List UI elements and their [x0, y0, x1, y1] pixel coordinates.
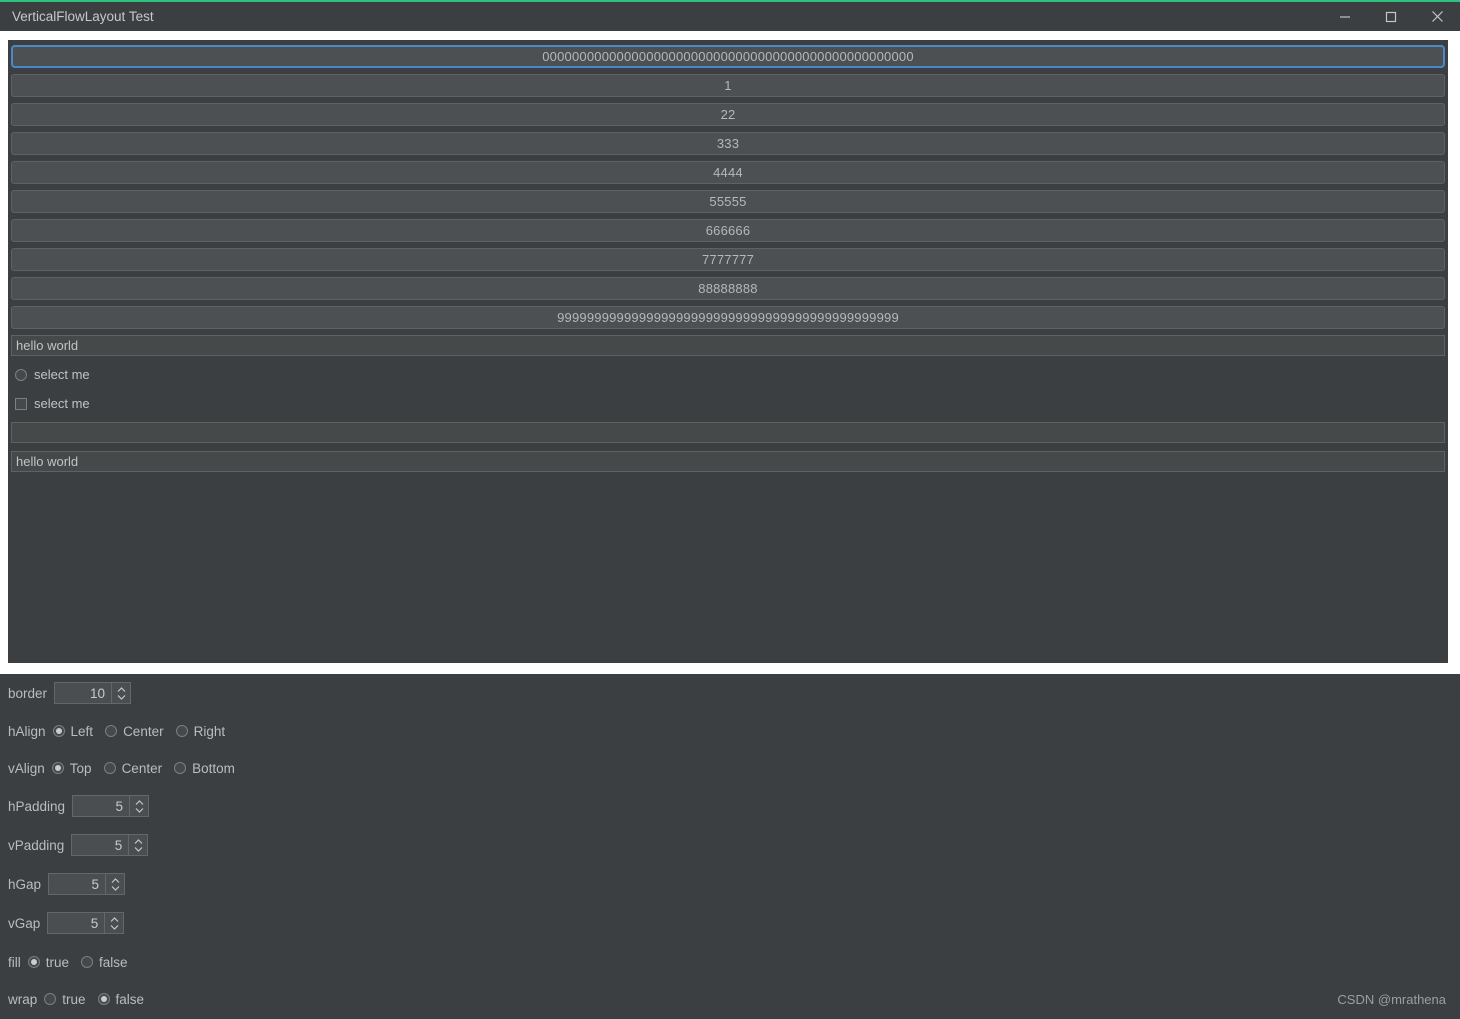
halign-option-center[interactable]: Center — [105, 724, 164, 739]
vgap-spinner-value[interactable]: 5 — [48, 913, 104, 933]
flow-button-4[interactable]: 4444 — [11, 161, 1445, 184]
wrap-option-false[interactable]: false — [97, 991, 145, 1007]
control-row-wrap: wrap true false — [8, 987, 156, 1011]
flow-button-5[interactable]: 55555 — [11, 190, 1445, 213]
radio-icon — [174, 762, 187, 774]
wrap-label: wrap — [8, 991, 38, 1007]
control-row-fill: fill true false — [8, 950, 140, 974]
maximize-icon[interactable] — [1368, 2, 1414, 31]
hpadding-spinner-value[interactable]: 5 — [73, 796, 129, 816]
control-row-border: border 10 — [8, 681, 132, 705]
flow-button-0[interactable]: 0000000000000000000000000000000000000000… — [11, 45, 1445, 68]
checkbox-select-me[interactable]: select me — [11, 393, 1445, 414]
minimize-icon[interactable] — [1322, 2, 1368, 31]
flow-button-7[interactable]: 7777777 — [11, 248, 1445, 271]
hgap-spinner[interactable]: 5 — [48, 873, 126, 895]
hgap-spinner-value[interactable]: 5 — [49, 874, 105, 894]
radio-icon — [103, 762, 116, 774]
halign-option-right-label: Right — [193, 723, 226, 739]
text-field-3[interactable]: hello world — [11, 451, 1445, 472]
border-label: border — [8, 685, 48, 701]
control-row-hgap: hGap 5 — [8, 872, 126, 896]
wrap-option-true-label: true — [62, 991, 86, 1007]
hpadding-spinner[interactable]: 5 — [72, 795, 150, 817]
control-row-valign: vAlign Top Center Bottom — [8, 756, 247, 780]
control-row-halign: hAlign Left Center Right — [8, 719, 237, 743]
valign-option-center-label: Center — [121, 760, 163, 776]
vgap-spinner[interactable]: 5 — [47, 912, 125, 934]
halign-label: hAlign — [8, 723, 46, 739]
flow-button-2[interactable]: 22 — [11, 103, 1445, 126]
text-field-1[interactable]: hello world — [11, 335, 1445, 356]
vgap-label: vGap — [8, 915, 41, 931]
control-row-vgap: vGap 5 — [8, 911, 125, 935]
spinner-arrows-icon[interactable] — [129, 796, 148, 816]
close-icon[interactable] — [1414, 2, 1460, 31]
radio-icon — [44, 993, 57, 1005]
valign-option-top[interactable]: Top — [51, 760, 92, 776]
radio-icon — [51, 762, 64, 774]
vpadding-spinner[interactable]: 5 — [71, 834, 149, 856]
hpadding-label: hPadding — [8, 798, 66, 814]
radio-icon — [97, 993, 110, 1005]
radio-icon — [27, 956, 40, 968]
wrap-option-false-label: false — [115, 991, 145, 1007]
control-row-hpadding: hPadding 5 — [8, 794, 150, 818]
radio-icon — [175, 725, 188, 737]
spinner-arrows-icon[interactable] — [105, 874, 124, 894]
window-title: VerticalFlowLayout Test — [12, 9, 154, 24]
checkbox-icon — [15, 397, 27, 410]
border-spinner[interactable]: 10 — [54, 682, 132, 704]
flow-button-9[interactable]: 9999999999999999999999999999999999999999… — [11, 306, 1445, 329]
valign-option-center[interactable]: Center — [103, 760, 163, 776]
vpadding-label: vPadding — [8, 837, 65, 853]
flow-button-1[interactable]: 1 — [11, 74, 1445, 97]
watermark: CSDN @mrathena — [1337, 992, 1446, 1007]
spinner-arrows-icon[interactable] — [111, 683, 130, 703]
flow-button-6[interactable]: 666666 — [11, 219, 1445, 242]
halign-option-left[interactable]: Left — [52, 723, 94, 739]
flow-button-3[interactable]: 333 — [11, 132, 1445, 155]
fill-option-false-label: false — [99, 954, 128, 970]
checkbox-select-me-label: select me — [34, 396, 90, 411]
flow-button-8[interactable]: 88888888 — [11, 277, 1445, 300]
hgap-label: hGap — [8, 876, 42, 892]
radio-select-me-label: select me — [34, 367, 90, 382]
vertical-flow-panel: 0000000000000000000000000000000000000000… — [8, 40, 1448, 663]
fill-option-true-label: true — [45, 954, 70, 970]
vpadding-spinner-value[interactable]: 5 — [72, 835, 128, 855]
valign-option-bottom-label: Bottom — [192, 760, 235, 776]
spinner-arrows-icon[interactable] — [128, 835, 147, 855]
fill-option-false[interactable]: false — [81, 955, 128, 970]
radio-icon — [15, 368, 27, 381]
valign-option-bottom[interactable]: Bottom — [174, 761, 235, 776]
halign-option-left-label: Left — [70, 723, 94, 739]
radio-icon — [105, 725, 118, 737]
fill-label: fill — [8, 954, 21, 970]
wrap-option-true[interactable]: true — [44, 991, 86, 1007]
valign-option-top-label: Top — [69, 760, 92, 776]
flow-rows: 0000000000000000000000000000000000000000… — [8, 45, 1448, 472]
window-titlebar: VerticalFlowLayout Test — [0, 0, 1460, 31]
radio-icon — [52, 725, 65, 737]
radio-select-me[interactable]: select me — [11, 364, 1445, 385]
radio-icon — [81, 956, 94, 968]
border-spinner-value[interactable]: 10 — [55, 683, 111, 703]
text-field-2[interactable] — [11, 422, 1445, 443]
halign-option-right[interactable]: Right — [175, 723, 226, 739]
fill-option-true[interactable]: true — [27, 954, 70, 970]
control-row-vpadding: vPadding 5 — [8, 833, 149, 857]
valign-label: vAlign — [8, 760, 45, 776]
spinner-arrows-icon[interactable] — [104, 913, 123, 933]
halign-option-center-label: Center — [123, 723, 164, 739]
control-panel: border 10 hAlign Left Center Right vAlig… — [0, 674, 1460, 1019]
